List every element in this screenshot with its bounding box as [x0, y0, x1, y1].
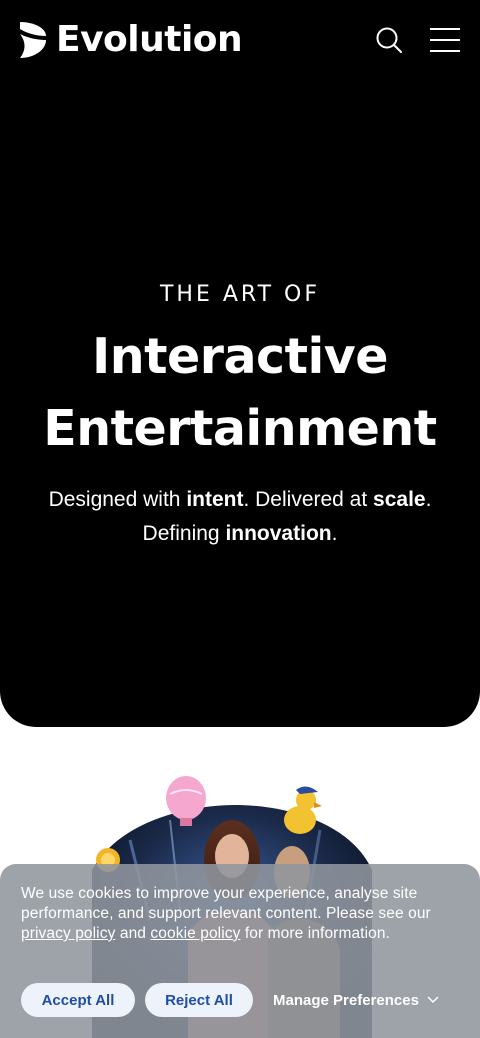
cookie-message: We use cookies to improve your experienc… — [21, 884, 459, 944]
headline-line-1: Interactive — [92, 328, 388, 385]
page: THE ART OF Interactive Entertainment Des… — [0, 0, 480, 1038]
hero-subtitle: Designed with intent. Delivered at scale… — [0, 483, 480, 551]
manage-preferences-label: Manage Preferences — [273, 991, 419, 1009]
search-icon — [376, 27, 402, 53]
sub-emphasis-innovation: innovation — [225, 522, 332, 545]
logo-text: Evolution — [56, 19, 243, 60]
sub-text: Designed with — [48, 488, 187, 511]
cookie-text: for more information. — [240, 925, 390, 942]
sub-text: Defining — [142, 522, 226, 545]
hero-kicker: THE ART OF — [159, 282, 320, 307]
cookie-text: We use cookies to improve your experienc… — [21, 885, 431, 922]
cookie-policy-link[interactable]: cookie policy — [150, 925, 240, 942]
reject-all-button[interactable]: Reject All — [145, 983, 253, 1017]
header-actions — [372, 23, 462, 57]
hero-content: THE ART OF Interactive Entertainment Des… — [0, 282, 480, 551]
search-button[interactable] — [372, 23, 406, 57]
menu-button[interactable] — [428, 23, 462, 57]
site-header: Evolution — [0, 0, 480, 80]
evolution-logo-icon — [20, 22, 46, 58]
privacy-policy-link[interactable]: privacy policy — [21, 925, 115, 942]
cookie-banner: We use cookies to improve your experienc… — [0, 864, 480, 1038]
cookie-text: and — [115, 925, 151, 942]
hero-section: THE ART OF Interactive Entertainment Des… — [0, 0, 480, 727]
hero-headline: Interactive Entertainment — [0, 321, 480, 465]
sub-text: . — [331, 522, 338, 545]
logo[interactable]: Evolution — [18, 19, 243, 60]
sub-emphasis-scale: scale — [373, 488, 426, 511]
hamburger-menu-icon — [430, 28, 460, 52]
cookie-actions: Accept All Reject All Manage Preferences — [21, 983, 439, 1017]
sub-text: . Delivered at — [243, 488, 374, 511]
headline-line-2: Entertainment — [43, 400, 437, 457]
accept-all-button[interactable]: Accept All — [21, 983, 135, 1017]
sub-emphasis-intent: intent — [186, 488, 244, 511]
manage-preferences-button[interactable]: Manage Preferences — [273, 992, 439, 1009]
chevron-down-icon — [427, 996, 439, 1004]
sub-text: . — [425, 488, 432, 511]
